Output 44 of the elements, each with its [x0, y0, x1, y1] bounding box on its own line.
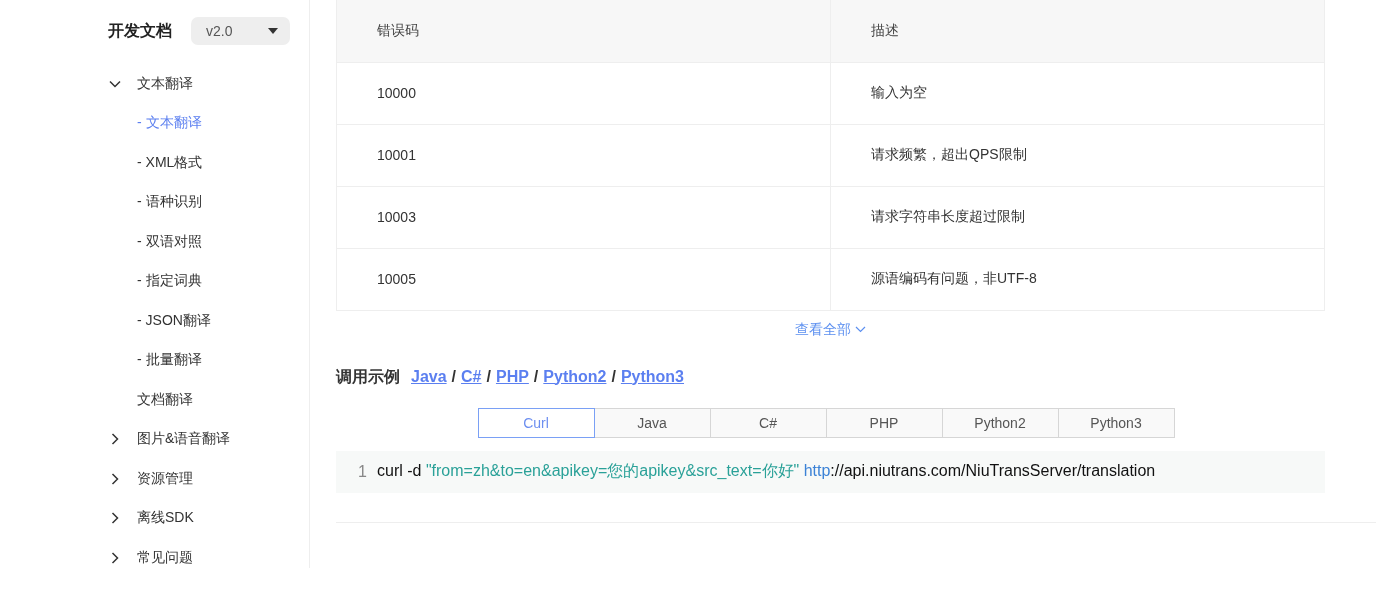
language-link[interactable]: PHP: [495, 367, 529, 386]
code-line: curl -d "from=zh&to=en&apikey=您的apikey&src_text=你好" http://api.niutrans.com/NiuTransServer/translation: [377, 461, 1156, 481]
sidebar-item[interactable]: - XML格式: [137, 153, 203, 172]
table-cell: 10000: [336, 62, 831, 124]
separator-slash: /: [451, 367, 457, 386]
column-header: 描述: [830, 0, 1325, 62]
language-tab[interactable]: Java: [593, 407, 711, 438]
language-link[interactable]: C#: [461, 367, 482, 386]
language-tab[interactable]: PHP: [825, 407, 943, 438]
separator-slash: /: [533, 367, 539, 386]
sidebar-title: 开发文档: [108, 20, 173, 41]
sidebar-item[interactable]: - 批量翻译: [137, 351, 202, 370]
table-cell: 请求频繁，超出QPS限制: [830, 124, 1325, 186]
version-dropdown[interactable]: v2.0: [191, 17, 290, 45]
sidebar-item[interactable]: - 语种识别: [137, 193, 202, 212]
language-link[interactable]: Python2: [543, 367, 607, 386]
table-cell: 输入为空: [830, 62, 1325, 124]
sidebar-group-item[interactable]: 文本翻译: [137, 74, 193, 93]
table-cell: 10003: [336, 186, 831, 248]
chevron-down-icon: [855, 326, 866, 333]
sidebar-item[interactable]: - 指定词典: [137, 272, 202, 291]
table-cell: 10001: [336, 124, 831, 186]
section-heading: 调用示例: [336, 366, 400, 387]
sidebar-group-item[interactable]: 图片&语音翻译: [137, 430, 231, 449]
sidebar-item[interactable]: 文档翻译: [137, 390, 193, 409]
caret-icon: [268, 28, 278, 34]
language-tab[interactable]: C#: [709, 407, 827, 438]
language-tab[interactable]: Python2: [941, 407, 1059, 438]
sidebar-group-item[interactable]: 离线SDK: [137, 509, 194, 528]
separator-slash: /: [486, 367, 491, 386]
line-number: 1: [357, 462, 367, 481]
language-link[interactable]: Python3: [620, 367, 684, 386]
sidebar-group-item[interactable]: 常见问题: [137, 548, 193, 567]
language-link[interactable]: Java: [411, 367, 447, 386]
sidebar-item[interactable]: - 文本翻译: [137, 114, 202, 133]
sidebar-item[interactable]: - JSON翻译: [137, 311, 211, 330]
column-header: 错误码: [336, 0, 831, 62]
sidebar-item[interactable]: - 双语对照: [137, 232, 202, 251]
table-cell: 源语编码有问题，非UTF-8: [830, 248, 1325, 310]
table-cell: 10005: [336, 248, 831, 310]
separator-slash: /: [611, 367, 616, 386]
sidebar-group-item[interactable]: 资源管理: [137, 469, 193, 488]
table-cell: 请求字符串长度超过限制: [830, 186, 1325, 248]
language-tab[interactable]: Python3: [1057, 407, 1175, 438]
